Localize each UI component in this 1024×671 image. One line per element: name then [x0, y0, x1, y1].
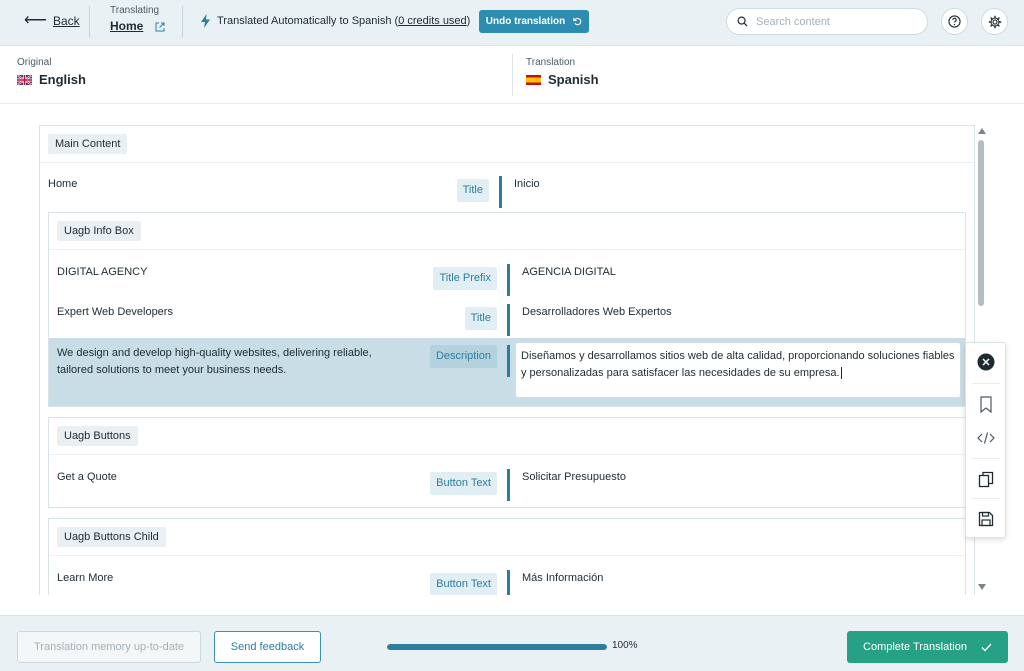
progress-label: 100%: [612, 640, 638, 651]
language-divider: [512, 54, 513, 96]
translation-language: Translation Spanish: [526, 57, 599, 87]
top-bar: ⟵ Back Translating Home Translated Autom…: [0, 0, 1024, 46]
target-text: Desarrolladores Web Expertos: [522, 306, 672, 318]
block-uagb-buttons-child: Uagb Buttons Child Learn More Button Tex…: [48, 518, 966, 595]
undo-translation-button[interactable]: Undo translation: [479, 10, 589, 33]
scroll-thumb[interactable]: [978, 140, 984, 306]
search-box[interactable]: [726, 8, 928, 35]
code-icon: [977, 432, 995, 444]
complete-label: Complete Translation: [863, 641, 967, 653]
copy-icon: [978, 471, 994, 487]
source-text: Home: [48, 178, 78, 190]
save-icon: [978, 511, 994, 527]
code-button[interactable]: [976, 428, 996, 448]
source-text: Learn More: [57, 572, 114, 584]
close-editor-button[interactable]: [976, 352, 996, 372]
spain-flag-icon: [526, 74, 541, 85]
scroll-down-arrow-icon[interactable]: [978, 584, 986, 590]
gear-icon: [988, 15, 1001, 28]
block-uagb-info-box: Uagb Info Box DIGITAL AGENCY Title Prefi…: [48, 212, 966, 407]
field-tag: Title: [464, 307, 497, 330]
field-tag: Button Text: [430, 472, 497, 495]
bookmark-icon: [980, 395, 992, 413]
source-text: Expert Web Developers: [57, 306, 173, 318]
uk-flag-icon: [17, 74, 32, 85]
external-link-icon[interactable]: [155, 22, 165, 32]
source-text: Get a Quote: [57, 471, 117, 483]
target-text: Solicitar Presupuesto: [522, 471, 626, 483]
translation-row-active[interactable]: We design and develop high-quality websi…: [49, 338, 965, 406]
translation-row[interactable]: Learn More Button Text Más Información: [49, 570, 965, 595]
auto-translation-status: Translated Automatically to Spanish (0 c…: [200, 14, 470, 28]
page-name-link[interactable]: Home: [110, 19, 143, 33]
check-icon: [981, 643, 992, 651]
help-button[interactable]: [941, 8, 968, 35]
section-title: Uagb Info Box: [57, 221, 141, 241]
complete-translation-button[interactable]: Complete Translation: [847, 631, 1008, 663]
language-row: Original English Translation Spanish: [0, 46, 1024, 104]
translation-language-name: Spanish: [548, 72, 599, 87]
field-tag: Description: [429, 345, 497, 368]
progress-fill: [387, 644, 607, 650]
scroll-up-arrow-icon[interactable]: [978, 128, 986, 134]
send-feedback-button[interactable]: Send feedback: [214, 631, 321, 663]
target-text: Inicio: [514, 178, 540, 190]
translating-label: Translating: [110, 5, 160, 16]
bolt-icon: [201, 14, 210, 28]
undo-label: Undo translation: [485, 16, 566, 27]
field-tag: Button Text: [430, 573, 497, 595]
original-language: Original English: [17, 57, 86, 87]
search-icon: [737, 16, 748, 27]
section-main-content: Main Content: [48, 134, 128, 154]
original-language-name: English: [39, 72, 86, 87]
translation-row[interactable]: DIGITAL AGENCY Title Prefix AGENCIA DIGI…: [49, 264, 965, 296]
target-text: Más Información: [522, 572, 604, 584]
source-text: We design and develop high-quality websi…: [57, 347, 372, 376]
translation-editor[interactable]: Diseñamos y desarrollamos sitios web de …: [515, 342, 961, 398]
translation-row[interactable]: Expert Web Developers Title Desarrollado…: [49, 304, 965, 336]
auto-text-prefix: Translated Automatically to Spanish (: [217, 15, 399, 27]
help-icon: [948, 15, 961, 28]
back-link[interactable]: ⟵ Back: [24, 13, 80, 29]
section-title: Uagb Buttons Child: [57, 527, 166, 547]
back-label: Back: [52, 14, 80, 28]
target-text: AGENCIA DIGITAL: [522, 266, 616, 278]
translation-label: Translation: [526, 57, 576, 68]
bookmark-button[interactable]: [976, 394, 996, 414]
text-cursor: [840, 367, 842, 379]
save-button[interactable]: [976, 509, 996, 529]
progress-bar: [387, 644, 607, 650]
section-title: Uagb Buttons: [57, 426, 138, 446]
auto-text-suffix: ): [466, 15, 471, 27]
footer-bar: Translation memory up-to-date Send feedb…: [0, 615, 1024, 671]
search-input[interactable]: [756, 15, 906, 28]
original-label: Original: [17, 57, 52, 68]
editor-tools: [965, 342, 1006, 538]
arrow-left-icon: ⟵: [24, 12, 47, 29]
settings-button[interactable]: [981, 8, 1008, 35]
credits-link[interactable]: 0 credits used: [398, 15, 466, 27]
copy-button[interactable]: [976, 469, 996, 489]
translation-content: Main Content Home Title Inicio Uagb Info…: [39, 125, 975, 595]
field-tag: Title Prefix: [433, 267, 497, 290]
translation-row[interactable]: Home Title Inicio: [40, 176, 974, 208]
translation-row[interactable]: Get a Quote Button Text Solicitar Presup…: [49, 469, 965, 501]
source-text: DIGITAL AGENCY: [57, 266, 148, 278]
field-tag: Title: [456, 179, 489, 202]
translating-info: Translating Home: [110, 5, 165, 33]
block-uagb-buttons: Uagb Buttons Get a Quote Button Text Sol…: [48, 417, 966, 508]
header-divider: [182, 6, 183, 38]
target-text: Diseñamos y desarrollamos sitios web de …: [521, 350, 955, 379]
undo-icon: [573, 17, 582, 26]
translation-memory-button[interactable]: Translation memory up-to-date: [17, 631, 201, 663]
close-icon: [977, 353, 995, 371]
header-divider: [89, 6, 90, 38]
